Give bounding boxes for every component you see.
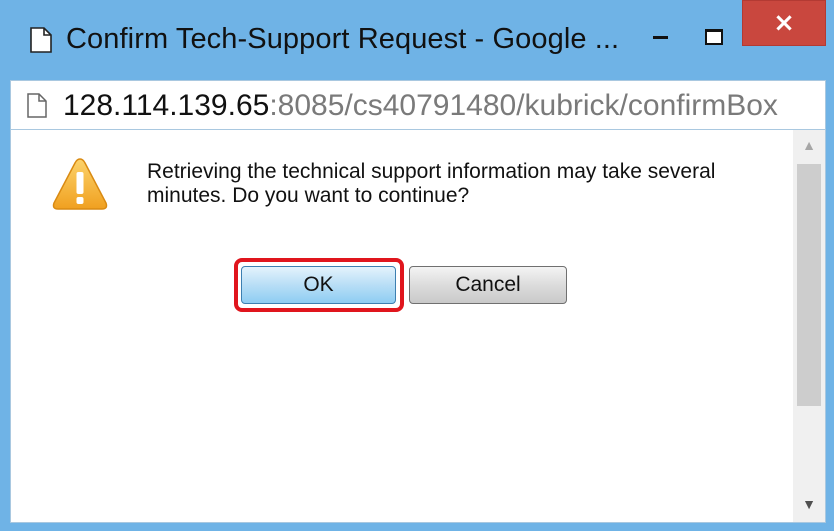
scroll-down-icon[interactable]: ▼ [793, 488, 825, 520]
url-host: 128.114.139.65 [63, 89, 270, 122]
cancel-button[interactable]: Cancel [409, 266, 567, 304]
close-icon: × [773, 8, 795, 38]
window-title: Confirm Tech-Support Request - Google ..… [66, 23, 620, 55]
close-button[interactable]: × [742, 0, 826, 46]
url-text: 128.114.139.65:8085/cs40791480/kubrick/c… [63, 87, 778, 125]
browser-popup-window: Confirm Tech-Support Request - Google ..… [0, 0, 834, 531]
ok-button[interactable]: OK [241, 266, 396, 304]
dialog-message: Retrieving the technical support informa… [147, 160, 716, 207]
vertical-scrollbar[interactable]: ▲ ▼ [793, 130, 825, 522]
warning-icon [52, 158, 108, 210]
minimize-button[interactable] [640, 20, 682, 50]
title-bar[interactable]: Confirm Tech-Support Request - Google ..… [0, 0, 834, 80]
dialog-content: Retrieving the technical support informa… [10, 130, 826, 523]
page-icon [30, 27, 52, 53]
maximize-button[interactable] [692, 20, 734, 50]
address-bar[interactable]: 128.114.139.65:8085/cs40791480/kubrick/c… [10, 80, 826, 130]
scroll-up-icon[interactable]: ▲ [793, 130, 825, 160]
scroll-thumb[interactable] [797, 164, 821, 406]
url-path: :8085/cs40791480/kubrick/confirmBox [269, 89, 778, 122]
page-icon [27, 93, 47, 118]
